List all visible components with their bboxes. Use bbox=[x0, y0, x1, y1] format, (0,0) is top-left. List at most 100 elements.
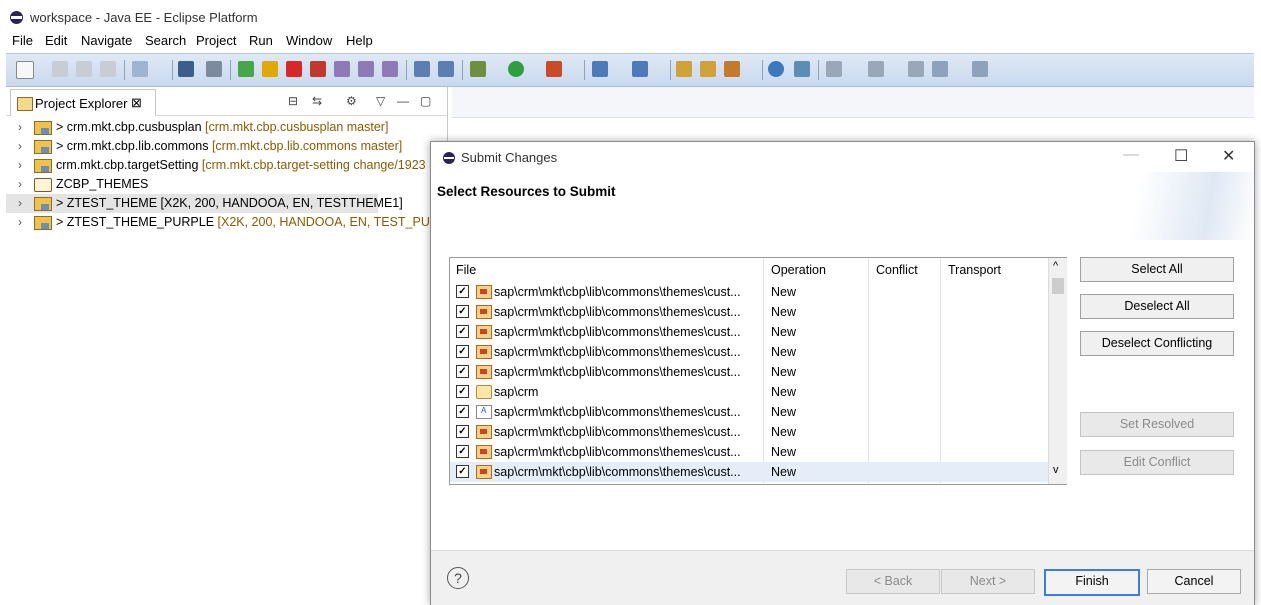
row-checkbox[interactable]: ✓ bbox=[456, 445, 469, 458]
menu-search[interactable]: Search bbox=[145, 33, 186, 48]
row-checkbox[interactable]: ✓ bbox=[456, 405, 469, 418]
vertical-scrollbar[interactable]: ^ v bbox=[1048, 258, 1067, 484]
skip-breakpoints-icon[interactable] bbox=[206, 61, 222, 77]
table-row[interactable]: ✓ sap\crm\mkt\cbp\lib\commons\themes\cust… bbox=[450, 442, 1048, 462]
table-row[interactable]: ✓ sap\crm\mkt\cbp\lib\commons\themes\cust… bbox=[450, 282, 1048, 302]
save-icon[interactable] bbox=[52, 61, 68, 77]
tree-item[interactable]: › > crm.mkt.cbp.cusbusplan [crm.mkt.cbp.… bbox=[6, 118, 447, 137]
set-resolved-button[interactable]: Set Resolved bbox=[1080, 412, 1234, 437]
collapse-all-icon[interactable]: ⊟ bbox=[288, 94, 298, 108]
toggle-mark-occurrences-icon[interactable] bbox=[794, 61, 810, 77]
menu-file[interactable]: File bbox=[12, 33, 33, 48]
web-browser-icon[interactable] bbox=[768, 61, 784, 77]
table-row[interactable]: ✓ sap\crm\mkt\cbp\lib\commons\themes\cust… bbox=[450, 322, 1048, 342]
save-all-icon[interactable] bbox=[76, 61, 92, 77]
deselect-all-button[interactable]: Deselect All bbox=[1080, 294, 1234, 319]
edit-conflict-button[interactable]: Edit Conflict bbox=[1080, 450, 1234, 475]
tree-item[interactable]: › crm.mkt.cbp.targetSetting [crm.mkt.cbp… bbox=[6, 156, 447, 175]
scroll-down-icon[interactable]: v bbox=[1053, 464, 1059, 476]
step-return-icon[interactable] bbox=[382, 61, 398, 77]
column-header-operation[interactable]: Operation bbox=[771, 263, 826, 277]
print-icon[interactable] bbox=[100, 61, 116, 77]
finish-button[interactable]: Finish bbox=[1044, 569, 1140, 596]
tab-project-explorer[interactable]: Project Explorer ⊠ bbox=[10, 89, 156, 116]
task-repository-icon[interactable] bbox=[438, 61, 454, 77]
link-with-editor-icon[interactable]: ⇆ bbox=[312, 94, 322, 108]
row-checkbox[interactable]: ✓ bbox=[456, 285, 469, 298]
view-menu-icon[interactable]: ▽ bbox=[376, 94, 385, 108]
cancel-button[interactable]: Cancel bbox=[1147, 569, 1241, 594]
row-checkbox[interactable]: ✓ bbox=[456, 305, 469, 318]
help-icon[interactable]: ? bbox=[447, 567, 469, 589]
disconnect-icon[interactable] bbox=[310, 61, 326, 77]
next-annotation-icon[interactable] bbox=[826, 61, 842, 77]
maximize-icon[interactable]: ☐ bbox=[1174, 146, 1188, 166]
servers-icon[interactable] bbox=[132, 61, 148, 77]
forward-icon[interactable] bbox=[972, 61, 988, 77]
table-row[interactable]: ✓ sap\crm\mkt\cbp\lib\commons\themes\cust… bbox=[450, 422, 1048, 442]
run-icon[interactable] bbox=[508, 61, 524, 77]
task-list-icon[interactable] bbox=[414, 61, 430, 77]
filter-icon[interactable]: ⚙ bbox=[346, 94, 357, 108]
previous-annotation-icon[interactable] bbox=[868, 61, 884, 77]
next-button[interactable]: Next > bbox=[941, 569, 1035, 594]
chevron-right-icon[interactable]: › bbox=[18, 158, 22, 172]
menu-edit[interactable]: Edit bbox=[45, 33, 67, 48]
step-into-icon[interactable] bbox=[334, 61, 350, 77]
search-icon[interactable] bbox=[724, 61, 740, 77]
resume-icon[interactable] bbox=[238, 61, 254, 77]
console-icon[interactable] bbox=[178, 61, 194, 77]
back-icon[interactable] bbox=[932, 61, 948, 77]
scroll-up-icon[interactable]: ^ bbox=[1053, 260, 1058, 272]
chevron-right-icon[interactable]: › bbox=[18, 196, 22, 210]
chevron-right-icon[interactable]: › bbox=[18, 139, 22, 153]
table-row[interactable]: ✓ sap\crm\mkt\cbp\lib\commons\themes\cust… bbox=[450, 302, 1048, 322]
terminate-icon[interactable] bbox=[286, 61, 302, 77]
tree-item[interactable]: › > ZTEST_THEME_PURPLE [X2K, 200, HANDOO… bbox=[6, 213, 466, 232]
new-server-icon[interactable] bbox=[592, 61, 608, 77]
select-all-button[interactable]: Select All bbox=[1080, 257, 1234, 282]
menu-window[interactable]: Window bbox=[286, 33, 332, 48]
last-edit-location-icon[interactable] bbox=[908, 61, 924, 77]
open-task-icon[interactable] bbox=[700, 61, 716, 77]
row-checkbox[interactable]: ✓ bbox=[456, 325, 469, 338]
column-header-conflict[interactable]: Conflict bbox=[876, 263, 918, 277]
scrollbar-thumb[interactable] bbox=[1052, 278, 1064, 294]
minimize-icon[interactable]: — bbox=[397, 94, 409, 108]
maximize-icon[interactable]: ▢ bbox=[420, 94, 431, 108]
row-checkbox[interactable]: ✓ bbox=[456, 345, 469, 358]
table-row[interactable]: ✓ sap\crm\mkt\cbp\lib\commons\themes\cust… bbox=[450, 362, 1048, 382]
new-service-icon[interactable] bbox=[632, 61, 648, 77]
row-checkbox[interactable]: ✓ bbox=[456, 365, 469, 378]
deselect-conflicting-button[interactable]: Deselect Conflicting bbox=[1080, 331, 1234, 356]
column-header-transport[interactable]: Transport bbox=[948, 263, 1001, 277]
table-row[interactable]: ✓ sap\crm\mkt\cbp\lib\commons\themes\cust… bbox=[450, 462, 1048, 482]
open-type-icon[interactable] bbox=[676, 61, 692, 77]
table-row[interactable]: ✓ sap\crm New bbox=[450, 382, 1048, 402]
debug-icon[interactable] bbox=[470, 61, 486, 77]
chevron-right-icon[interactable]: › bbox=[18, 120, 22, 134]
menu-run[interactable]: Run bbox=[249, 33, 273, 48]
chevron-right-icon[interactable]: › bbox=[18, 215, 22, 229]
external-tools-icon[interactable] bbox=[546, 61, 562, 77]
row-checkbox[interactable]: ✓ bbox=[456, 465, 469, 478]
menu-help[interactable]: Help bbox=[346, 33, 373, 48]
suspend-icon[interactable] bbox=[262, 61, 278, 77]
new-icon[interactable] bbox=[16, 61, 34, 79]
back-button[interactable]: < Back bbox=[846, 569, 940, 594]
table-row[interactable]: ✓ sap\crm\mkt\cbp\lib\commons\themes\cust… bbox=[450, 402, 1048, 422]
close-icon[interactable]: ✕ bbox=[1222, 146, 1235, 166]
step-over-icon[interactable] bbox=[358, 61, 374, 77]
column-header-file[interactable]: File bbox=[456, 263, 476, 277]
menu-navigate[interactable]: Navigate bbox=[81, 33, 132, 48]
tree-item[interactable]: › > crm.mkt.cbp.lib.commons [crm.mkt.cbp… bbox=[6, 137, 447, 156]
row-checkbox[interactable]: ✓ bbox=[456, 425, 469, 438]
close-icon[interactable]: ⊠ bbox=[131, 95, 142, 111]
table-row[interactable]: ✓ sap\crm\mkt\cbp\lib\commons\themes\cust… bbox=[450, 342, 1048, 362]
tree-item-selected[interactable]: › > ZTEST_THEME [X2K, 200, HANDOOA, EN, … bbox=[6, 194, 403, 213]
menu-project[interactable]: Project bbox=[196, 33, 236, 48]
tree-item[interactable]: › ZCBP_THEMES bbox=[6, 175, 447, 194]
chevron-right-icon[interactable]: › bbox=[18, 177, 22, 191]
row-checkbox[interactable]: ✓ bbox=[456, 385, 469, 398]
minimize-icon[interactable]: — bbox=[1123, 146, 1139, 164]
